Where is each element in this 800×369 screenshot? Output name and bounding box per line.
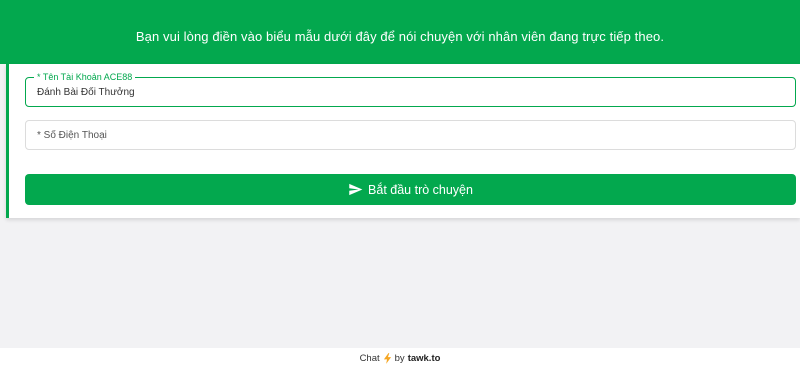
powered-by-footer[interactable]: Chat by tawk.to	[0, 348, 800, 369]
send-icon	[349, 183, 363, 196]
account-name-input[interactable]	[26, 78, 795, 106]
start-chat-button[interactable]: Bắt đầu trò chuyện	[25, 174, 796, 205]
lightning-icon	[383, 353, 391, 364]
header-message: Bạn vui lòng điền vào biểu mẫu dưới đây …	[135, 28, 665, 44]
start-chat-label: Bắt đầu trò chuyện	[368, 182, 473, 197]
tawkto-brand-link[interactable]: tawk.to	[408, 353, 441, 364]
phone-input[interactable]	[26, 121, 795, 149]
prechat-form-page: Bạn vui lòng điền vào biểu mẫu dưới đây …	[0, 0, 800, 369]
account-name-field[interactable]: * Tên Tài Khoản ACE88	[25, 71, 796, 107]
footer-prefix: Chat	[359, 353, 380, 364]
chat-header: Bạn vui lòng điền vào biểu mẫu dưới đây …	[0, 0, 800, 64]
prechat-form: * Tên Tài Khoản ACE88 Bắt đầu trò chuyện	[6, 64, 800, 218]
footer-by: by	[394, 353, 405, 364]
phone-field[interactable]	[25, 120, 796, 150]
